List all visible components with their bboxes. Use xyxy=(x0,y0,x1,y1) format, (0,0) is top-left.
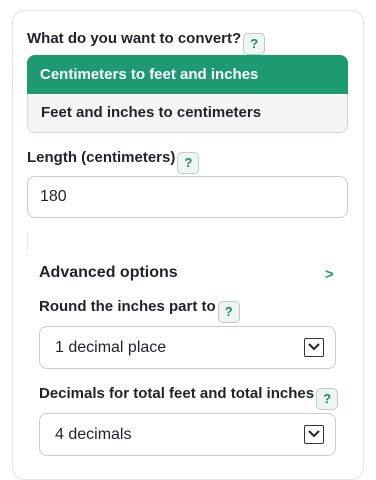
decimals-help-icon[interactable]: ? xyxy=(316,388,339,410)
length-input[interactable]: 180 xyxy=(27,176,348,218)
length-help-icon[interactable]: ? xyxy=(177,152,200,174)
chevron-down-icon[interactable] xyxy=(304,338,324,357)
chevron-down-icon[interactable] xyxy=(304,425,324,444)
mode-question-label: What do you want to convert?? xyxy=(27,30,266,55)
mode-help-icon[interactable]: ? xyxy=(243,33,266,55)
advanced-toggle-chevron-icon[interactable]: > xyxy=(325,266,334,283)
mode-ft-to-cm-button[interactable]: Feet and inches to centimeters xyxy=(27,94,348,133)
section-divider xyxy=(27,232,28,250)
round-help-icon[interactable]: ? xyxy=(217,301,240,323)
round-select[interactable]: 1 decimal place xyxy=(39,326,336,369)
decimals-select-value: 4 decimals xyxy=(55,426,132,443)
length-label: Length (centimeters)? xyxy=(27,149,200,174)
decimals-label-text: Decimals for total feet and total inches xyxy=(39,385,315,402)
decimals-label: Decimals for total feet and total inches… xyxy=(39,385,339,410)
mode-question-text: What do you want to convert? xyxy=(27,30,242,47)
mode-cm-to-ft-button[interactable]: Centimeters to feet and inches xyxy=(27,55,348,94)
round-label-text: Round the inches part to xyxy=(39,298,216,315)
length-label-text: Length (centimeters) xyxy=(27,149,176,166)
round-select-value: 1 decimal place xyxy=(55,339,167,356)
decimals-select[interactable]: 4 decimals xyxy=(39,413,336,456)
advanced-options-title[interactable]: Advanced options xyxy=(39,264,178,282)
round-label: Round the inches part to? xyxy=(39,298,240,323)
